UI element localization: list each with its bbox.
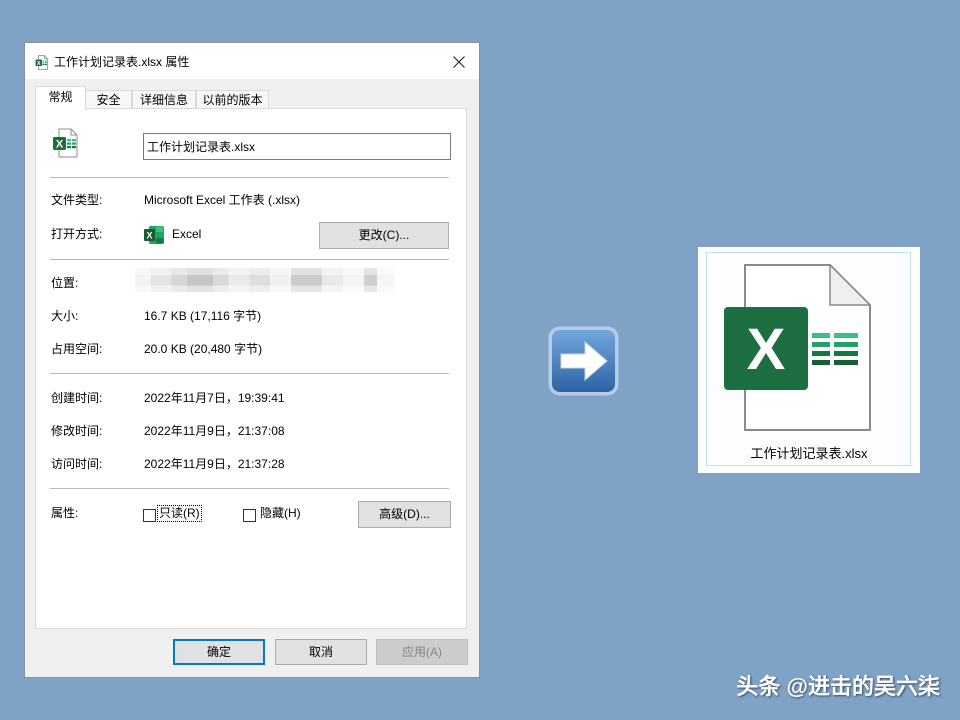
properties-dialog: X 工作计划记录表.xlsx 属性 常规 安全 详细信息 以前的版本 X 文件类… [24,42,480,678]
dialog-title: 工作计划记录表.xlsx 属性 [54,55,190,69]
excel-file-icon: X [53,128,78,158]
file-type-label: 文件类型: [51,193,103,207]
tab-panel-general: X 文件类型: Microsoft Excel 工作表 (.xlsx) 打开方式… [35,108,467,629]
hidden-checkbox[interactable] [243,509,256,522]
filename-input[interactable] [143,133,451,160]
grid-cell [42,62,45,64]
size-label: 大小: [51,309,79,323]
modified-label: 修改时间: [51,424,103,438]
modified-value: 2022年11月9日，21:37:08 [144,424,285,438]
tab-details[interactable]: 详细信息 [132,90,196,109]
created-value: 2022年11月7日，19:39:41 [144,391,285,405]
excel-file-icon: X [35,55,48,70]
accessed-label: 访问时间: [51,457,103,471]
grid-cell [45,64,47,66]
grid-cell [812,333,830,338]
cancel-button[interactable]: 取消 [275,639,367,665]
close-icon-stroke [453,56,465,68]
logo-letter: X [747,317,786,382]
page-fold [829,264,871,306]
grid-cell [42,64,45,66]
logo-letter: X [56,139,64,151]
tab-previous-versions[interactable]: 以前的版本 [196,90,269,109]
file-preview-card[interactable]: X 工作计划记录表.xlsx [698,247,920,473]
grid-cell [67,146,71,149]
app-sheet-bottom [156,238,164,244]
tab-security[interactable]: 安全 [85,90,132,109]
grid-cell [67,142,71,145]
separator [50,373,449,374]
readonly-checkbox[interactable] [143,509,156,522]
grid-cell [834,333,858,338]
excel-app-icon: X [144,226,164,244]
grid-cell [72,142,76,145]
open-with-app: Excel [172,227,202,241]
readonly-label[interactable]: 只读(R) [157,505,202,522]
grid-cell [812,342,830,347]
hidden-label[interactable]: 隐藏(H) [259,506,302,521]
excel-file-icon: X [724,264,871,431]
grid-cell [72,146,76,149]
watermark: 头条 @进击的吴六柒 [736,674,940,699]
size-on-disk-value: 20.0 KB (20,480 字节) [144,342,263,356]
location-value-redacted [135,268,395,292]
grid-cell [812,351,830,356]
advanced-button[interactable]: 高级(D)... [358,501,451,528]
close-button[interactable] [446,49,472,75]
change-button[interactable]: 更改(C)... [319,222,449,249]
separator [50,259,449,260]
grid-cell [42,60,45,62]
grid-cell [834,360,858,365]
created-label: 创建时间: [51,391,103,405]
arrow-right-icon [548,326,619,396]
ok-button[interactable]: 确定 [173,639,265,665]
open-with-label: 打开方式: [51,227,103,241]
title-bar[interactable]: X 工作计划记录表.xlsx 属性 [25,43,479,79]
grid-cell [812,360,830,365]
app-sheet-top [156,226,164,232]
file-name-label: 工作计划记录表.xlsx [750,446,868,461]
logo-letter: X [146,230,152,240]
tab-general[interactable]: 常规 [35,86,86,110]
grid-cell [45,60,47,62]
file-type-value: Microsoft Excel 工作表 (.xlsx) [144,193,301,207]
accessed-value: 2022年11月9日，21:37:28 [144,457,285,471]
grid-cell [834,351,858,356]
grid-cell [72,139,76,142]
apply-button[interactable]: 应用(A) [376,639,468,665]
size-on-disk-label: 占用空间: [51,342,103,356]
location-label: 位置: [51,276,79,290]
separator [50,488,449,489]
attributes-label: 属性: [51,506,79,520]
size-value: 16.7 KB (17,116 字节) [144,309,262,323]
grid-cell [67,139,71,142]
grid-cell [834,342,858,347]
grid-cell [45,62,47,64]
close-icon [453,56,465,68]
logo-letter: X [37,61,41,67]
separator [50,177,449,178]
